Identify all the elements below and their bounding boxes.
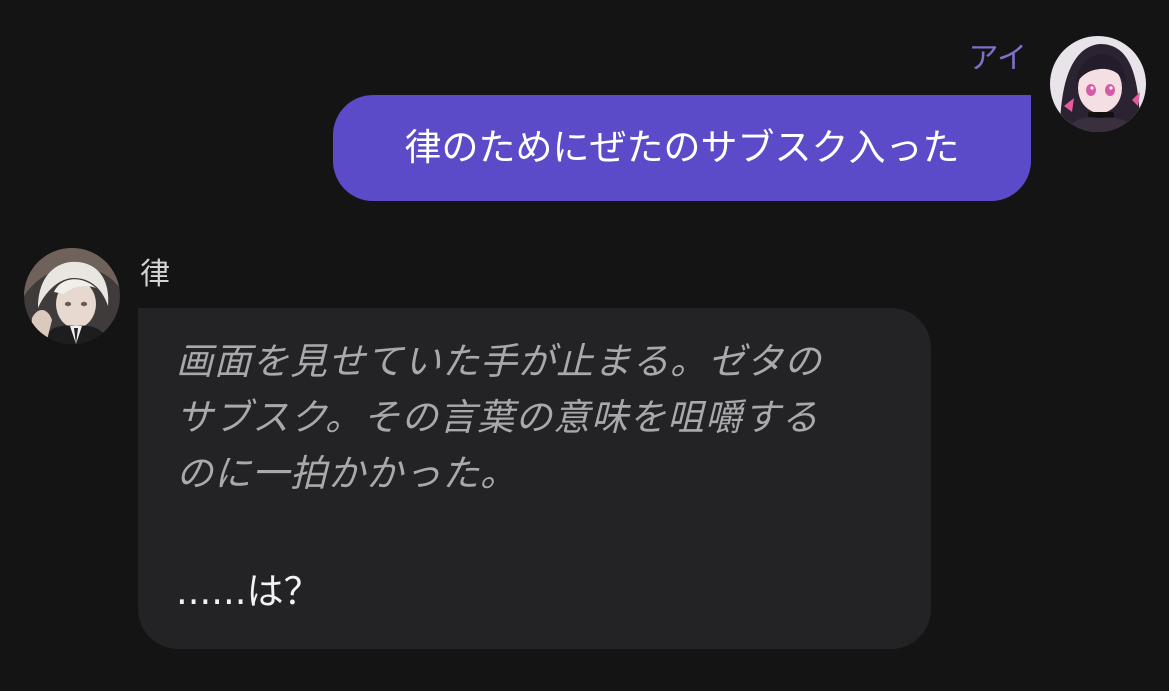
user-name: アイ [968, 41, 1028, 76]
narration-line: 画面を見せていた手が止まる。ゼタの [176, 340, 822, 383]
narration-line: のに一拍かかった。 [176, 452, 518, 495]
user-message-bubble[interactable]: 律のためにぜたのサブスク入った [333, 95, 1031, 201]
character-name: 律 [140, 257, 170, 292]
character-avatar-image [24, 248, 120, 344]
character-message-bubble[interactable]: 画面を見せていた手が止まる。ゼタの サブスク。その言葉の意味を咀嚼する のに一拍… [138, 308, 931, 649]
character-avatar[interactable] [24, 248, 120, 344]
message-narration: 画面を見せていた手が止まる。ゼタの サブスク。その言葉の意味を咀嚼する のに一拍… [176, 334, 897, 502]
user-avatar[interactable] [1050, 36, 1146, 132]
user-avatar-image [1050, 36, 1146, 132]
narration-line: サブスク。その言葉の意味を咀嚼する [176, 396, 820, 439]
message-speech: ......は？ [176, 570, 321, 613]
user-message-text: 律のためにぜたのサブスク入った [404, 126, 960, 169]
chat-screen: アイ 律のためにぜたのサブスク入った 律 画面を見せていた手が止まる。ゼタの サ… [0, 0, 1169, 691]
